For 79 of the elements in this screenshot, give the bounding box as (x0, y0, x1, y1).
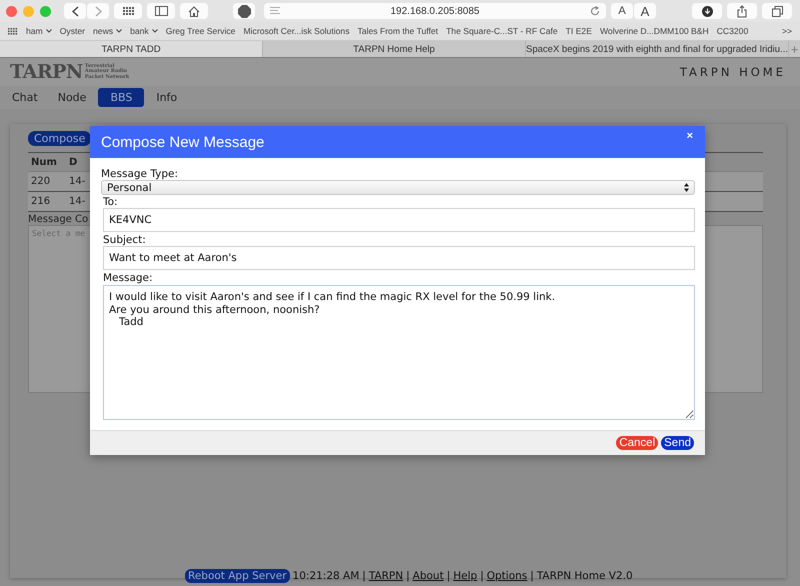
browser-tab[interactable]: TARPN TADD (0, 41, 263, 57)
tabs-icon (772, 6, 782, 16)
tabs-button[interactable] (762, 3, 792, 19)
footer-link[interactable]: TARPN (368, 570, 404, 582)
nav-tab[interactable]: Info (148, 88, 186, 107)
bookmark[interactable]: ham (26, 26, 52, 36)
version-text: TARPN Home V2.0 (536, 570, 633, 582)
separator: | (362, 570, 366, 582)
grid-icon (122, 7, 134, 15)
field-label: Subject: (103, 234, 147, 246)
separator: | (530, 570, 534, 582)
bookmark[interactable]: CC3200 (716, 26, 748, 36)
adblock-button[interactable] (233, 3, 255, 19)
bookmark[interactable]: The Square-C...ST - RF Cafe (446, 26, 558, 36)
share-button[interactable] (727, 3, 757, 19)
download-icon (702, 6, 712, 16)
nav-tab[interactable]: Chat (4, 88, 46, 107)
site-title: TARPN HOME (680, 65, 786, 79)
address-bar[interactable]: 192.168.0.205:8085 (264, 3, 606, 19)
url-text: 192.168.0.205:8085 (390, 6, 480, 16)
back-icon (72, 6, 78, 16)
dialog-title: Compose New Message (101, 134, 264, 150)
field-label: To: (103, 196, 119, 208)
footer-link[interactable]: About (412, 570, 444, 582)
updown-arrows-icon (684, 183, 689, 192)
separator: | (480, 570, 484, 582)
reboot-button[interactable]: Reboot App Server (185, 569, 290, 583)
bookmark[interactable]: TI E2E (566, 26, 592, 36)
logo-text: TARPN (10, 61, 83, 83)
cancel-button[interactable]: Cancel (616, 436, 658, 450)
select-field[interactable]: Personal (101, 180, 695, 195)
home-button[interactable] (180, 3, 208, 19)
section-label: Message Co (28, 214, 88, 225)
grid-button[interactable] (114, 3, 142, 19)
compose-button[interactable]: Compose (28, 131, 92, 146)
footer-link[interactable]: Options (486, 570, 528, 582)
chevron-down-icon (116, 29, 122, 33)
share-icon (737, 4, 747, 18)
reload-icon (590, 6, 600, 16)
more-bookmarks-button[interactable]: >> (782, 26, 792, 36)
separator: | (446, 570, 450, 582)
time-text: 10:21:28 AM (292, 570, 360, 582)
bookmark[interactable]: Microsoft Cer...isk Solutions (243, 26, 350, 36)
column-header: Num (30, 156, 58, 168)
column-header: D (69, 156, 78, 168)
nav-tab[interactable]: BBS (98, 88, 144, 107)
bookmark[interactable]: news (93, 26, 122, 36)
nav-tab[interactable]: Node (50, 88, 94, 107)
reader-icon (270, 7, 280, 15)
table-cell-text: 220 (30, 176, 52, 187)
smaller-text-button[interactable]: A (611, 3, 633, 19)
message-field[interactable]: I would like to visit Aaron's and see if I can find the magic RX level for the 50.99 link. Are you around this afternoon, noonish? Tadd (103, 285, 695, 420)
send-button[interactable]: Send (661, 436, 694, 450)
home-icon (188, 6, 200, 16)
field-label: Message Type: (101, 168, 180, 180)
table-cell: 14- (69, 196, 86, 207)
input-field[interactable]: Want to meet at Aaron's (103, 246, 695, 270)
bookmark[interactable]: Greg Tree Service (166, 26, 236, 36)
stop-sign-icon (238, 4, 250, 18)
footer-link[interactable]: Help (453, 570, 478, 582)
input-field[interactable]: KE4VNC (103, 208, 695, 232)
grid-icon[interactable] (8, 28, 18, 34)
table-cell: 14- (69, 176, 86, 187)
larger-text-button[interactable]: A (634, 3, 656, 19)
bookmark[interactable]: bank (130, 26, 158, 36)
chevron-down-icon (152, 29, 158, 33)
forward-icon (94, 6, 102, 16)
bookmark[interactable]: Tales From the Tuffet (358, 26, 438, 36)
close-button[interactable]: × (684, 130, 695, 142)
bookmark[interactable]: Oyster (60, 26, 86, 36)
table-cell-text: 216 (30, 196, 52, 207)
bookmark[interactable]: Wolverine D...DMM100 B&H (600, 26, 709, 36)
sidebar-icon (154, 6, 168, 16)
field-label: Message: (103, 272, 154, 284)
separator: | (406, 570, 410, 582)
sidebar-button[interactable] (147, 3, 175, 19)
chevron-down-icon (46, 29, 52, 33)
download-button[interactable] (692, 3, 722, 19)
back-button[interactable] (64, 3, 86, 19)
